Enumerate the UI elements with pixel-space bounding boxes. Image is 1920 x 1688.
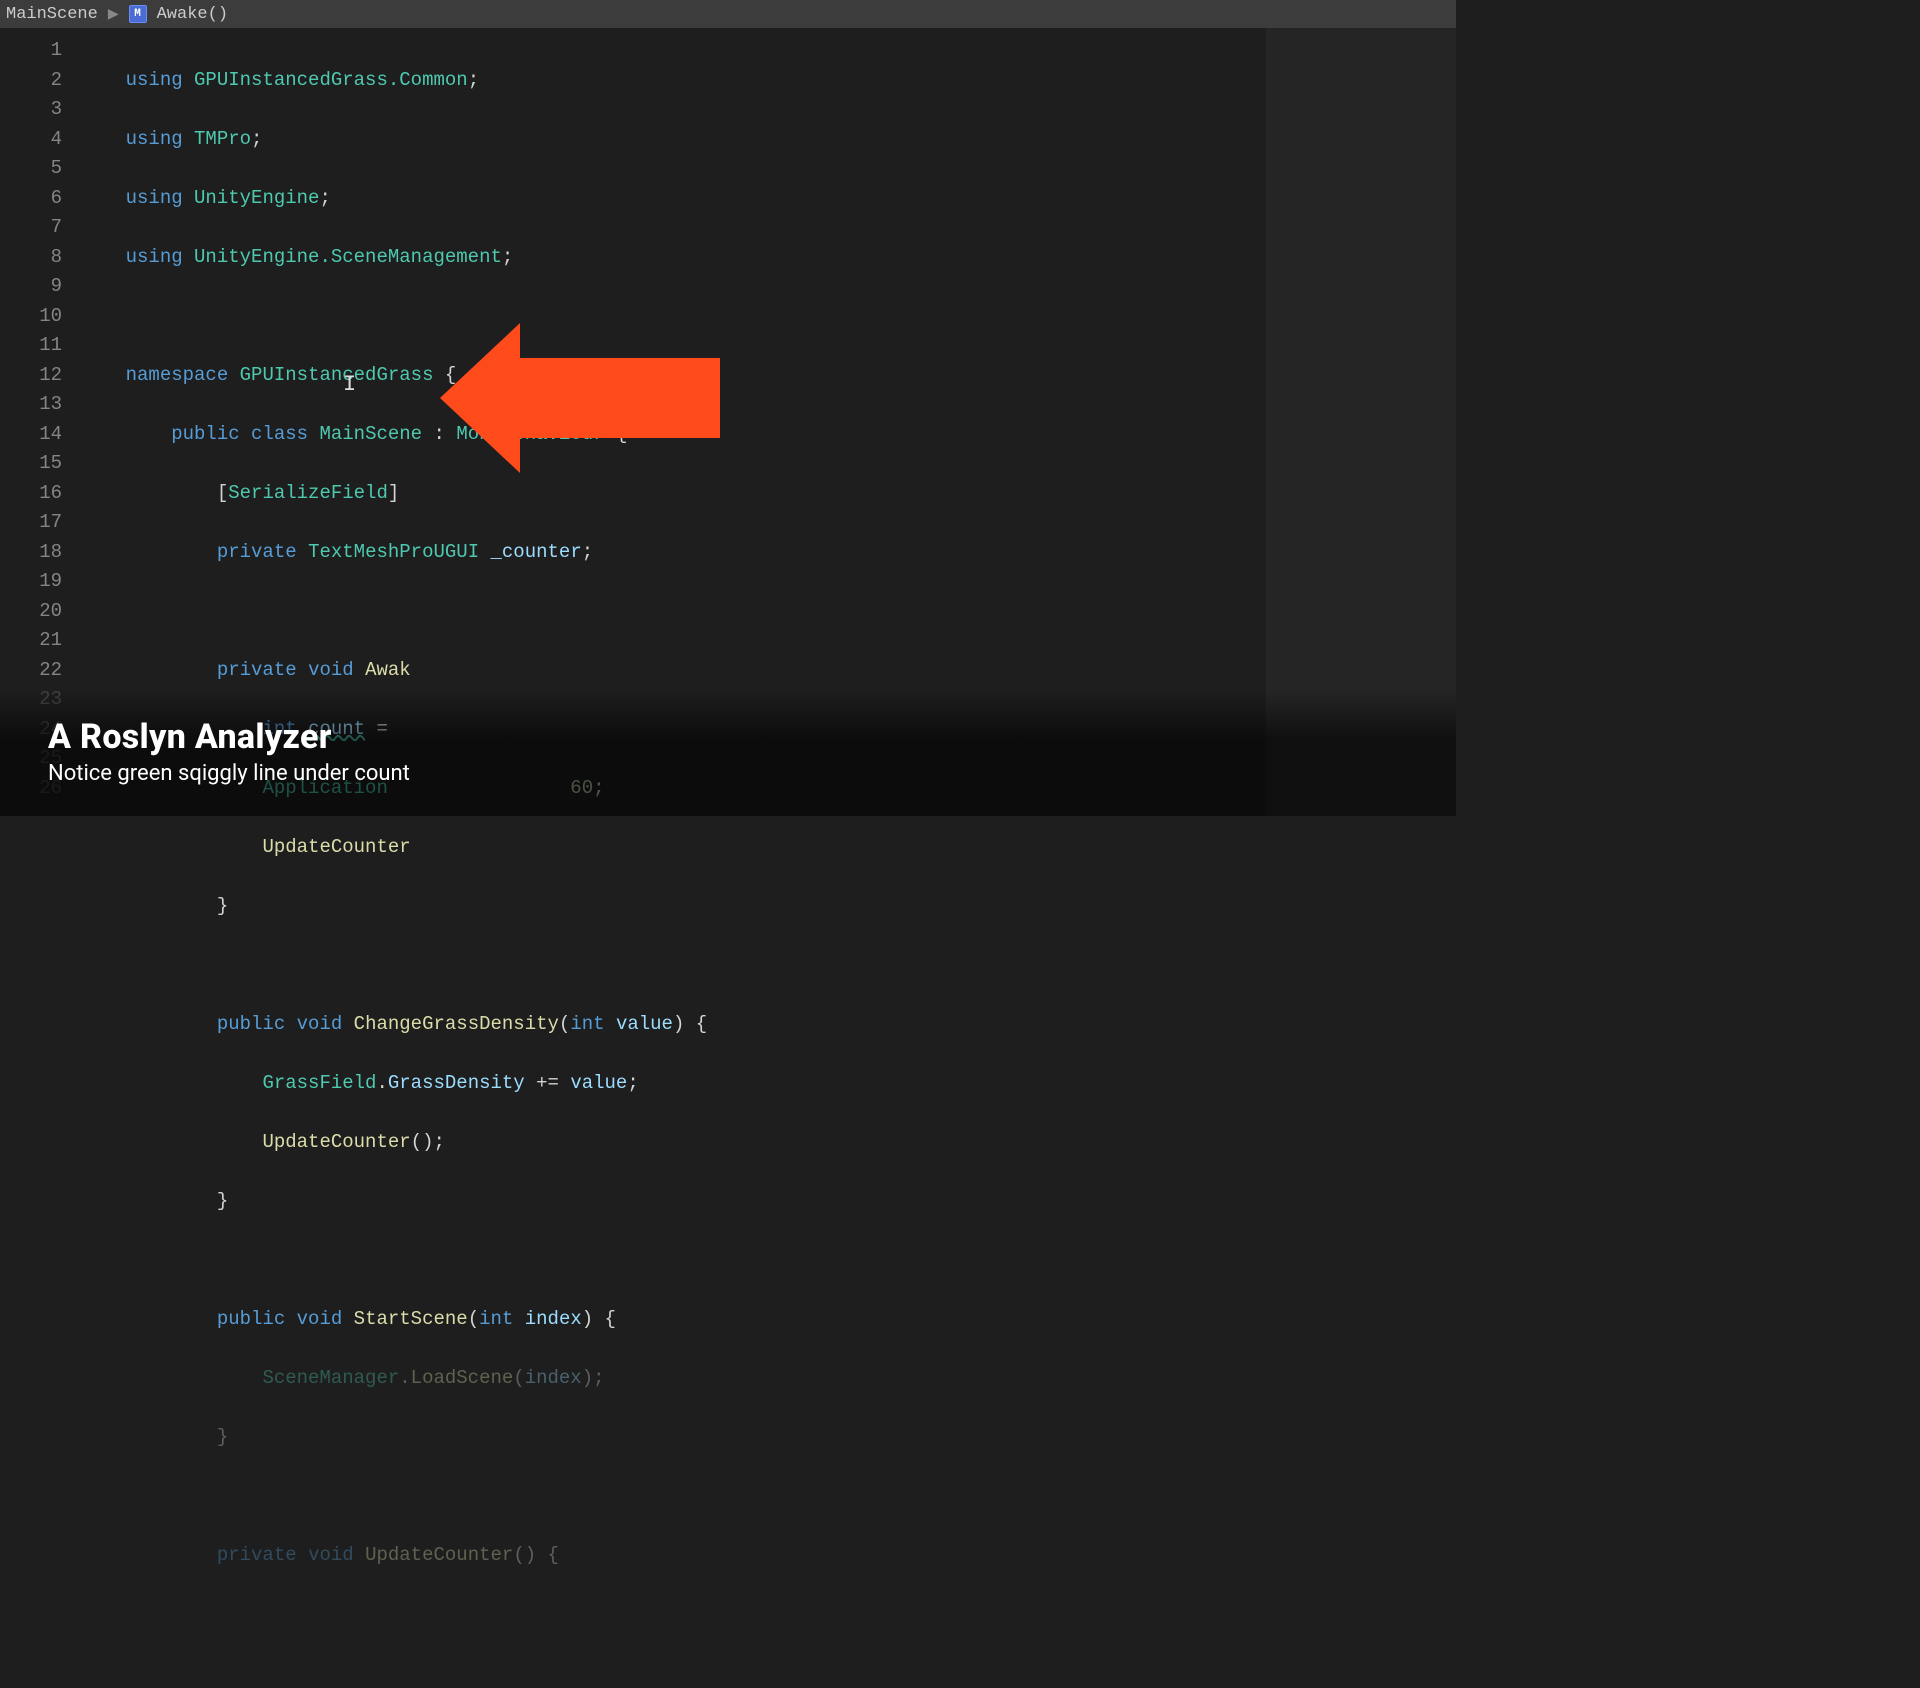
- line-number: 6: [0, 184, 62, 214]
- code-line[interactable]: [80, 1246, 1266, 1276]
- line-number: 21: [0, 626, 62, 656]
- code-line[interactable]: using UnityEngine.SceneManagement;: [80, 243, 1266, 273]
- line-number: 4: [0, 125, 62, 155]
- code-line[interactable]: private TextMeshProUGUI _counter;: [80, 538, 1266, 568]
- code-line[interactable]: }: [80, 1187, 1266, 1217]
- line-number: 15: [0, 449, 62, 479]
- line-number: 8: [0, 243, 62, 273]
- code-line[interactable]: public void ChangeGrassDensity(int value…: [80, 1010, 1266, 1040]
- code-line[interactable]: }: [80, 892, 1266, 922]
- caption-subtitle: Notice green sqiggly line under count: [48, 761, 1408, 786]
- breadcrumb-class[interactable]: MainScene: [6, 5, 98, 24]
- code-line[interactable]: using GPUInstancedGrass.Common;: [80, 66, 1266, 96]
- line-number: 9: [0, 272, 62, 302]
- line-number: 5: [0, 154, 62, 184]
- line-number: 10: [0, 302, 62, 332]
- breadcrumb[interactable]: MainScene ▶ M Awake(): [0, 0, 1456, 28]
- code-line[interactable]: private void Awak: [80, 656, 1266, 686]
- chevron-right-icon: ▶: [108, 6, 119, 23]
- code-line[interactable]: UpdateCounter: [80, 833, 1266, 863]
- line-number: 18: [0, 538, 62, 568]
- line-number: 14: [0, 420, 62, 450]
- code-line[interactable]: public void StartScene(int index) {: [80, 1305, 1266, 1335]
- code-line[interactable]: [80, 597, 1266, 627]
- line-number: 16: [0, 479, 62, 509]
- line-number: 22: [0, 656, 62, 686]
- code-line[interactable]: namespace GPUInstancedGrass {: [80, 361, 1266, 391]
- code-line[interactable]: using UnityEngine;: [80, 184, 1266, 214]
- caption-overlay: A Roslyn Analyzer Notice green sqiggly l…: [0, 689, 1456, 816]
- line-number: 19: [0, 567, 62, 597]
- code-line[interactable]: SceneManager.LoadScene(index);: [80, 1364, 1266, 1394]
- code-line[interactable]: private void UpdateCounter() {: [80, 1541, 1266, 1571]
- line-number: 2: [0, 66, 62, 96]
- line-number: 7: [0, 213, 62, 243]
- line-number: 17: [0, 508, 62, 538]
- code-line[interactable]: [SerializeField]: [80, 479, 1266, 509]
- breadcrumb-method[interactable]: Awake(): [157, 5, 228, 24]
- line-number: 3: [0, 95, 62, 125]
- line-number: 11: [0, 331, 62, 361]
- line-number: 1: [0, 36, 62, 66]
- code-line[interactable]: [80, 951, 1266, 981]
- caption-title: A Roslyn Analyzer: [48, 717, 1408, 757]
- code-line[interactable]: UpdateCounter();: [80, 1128, 1266, 1158]
- method-icon: M: [129, 5, 147, 23]
- code-line[interactable]: [80, 1482, 1266, 1512]
- code-line[interactable]: public class MainScene : MonoBehaviour {: [80, 420, 1266, 450]
- code-line[interactable]: }: [80, 1423, 1266, 1453]
- code-line[interactable]: using TMPro;: [80, 125, 1266, 155]
- line-number: 20: [0, 597, 62, 627]
- line-number: 13: [0, 390, 62, 420]
- code-line[interactable]: [80, 302, 1266, 332]
- code-line[interactable]: GrassField.GrassDensity += value;: [80, 1069, 1266, 1099]
- line-number: 12: [0, 361, 62, 391]
